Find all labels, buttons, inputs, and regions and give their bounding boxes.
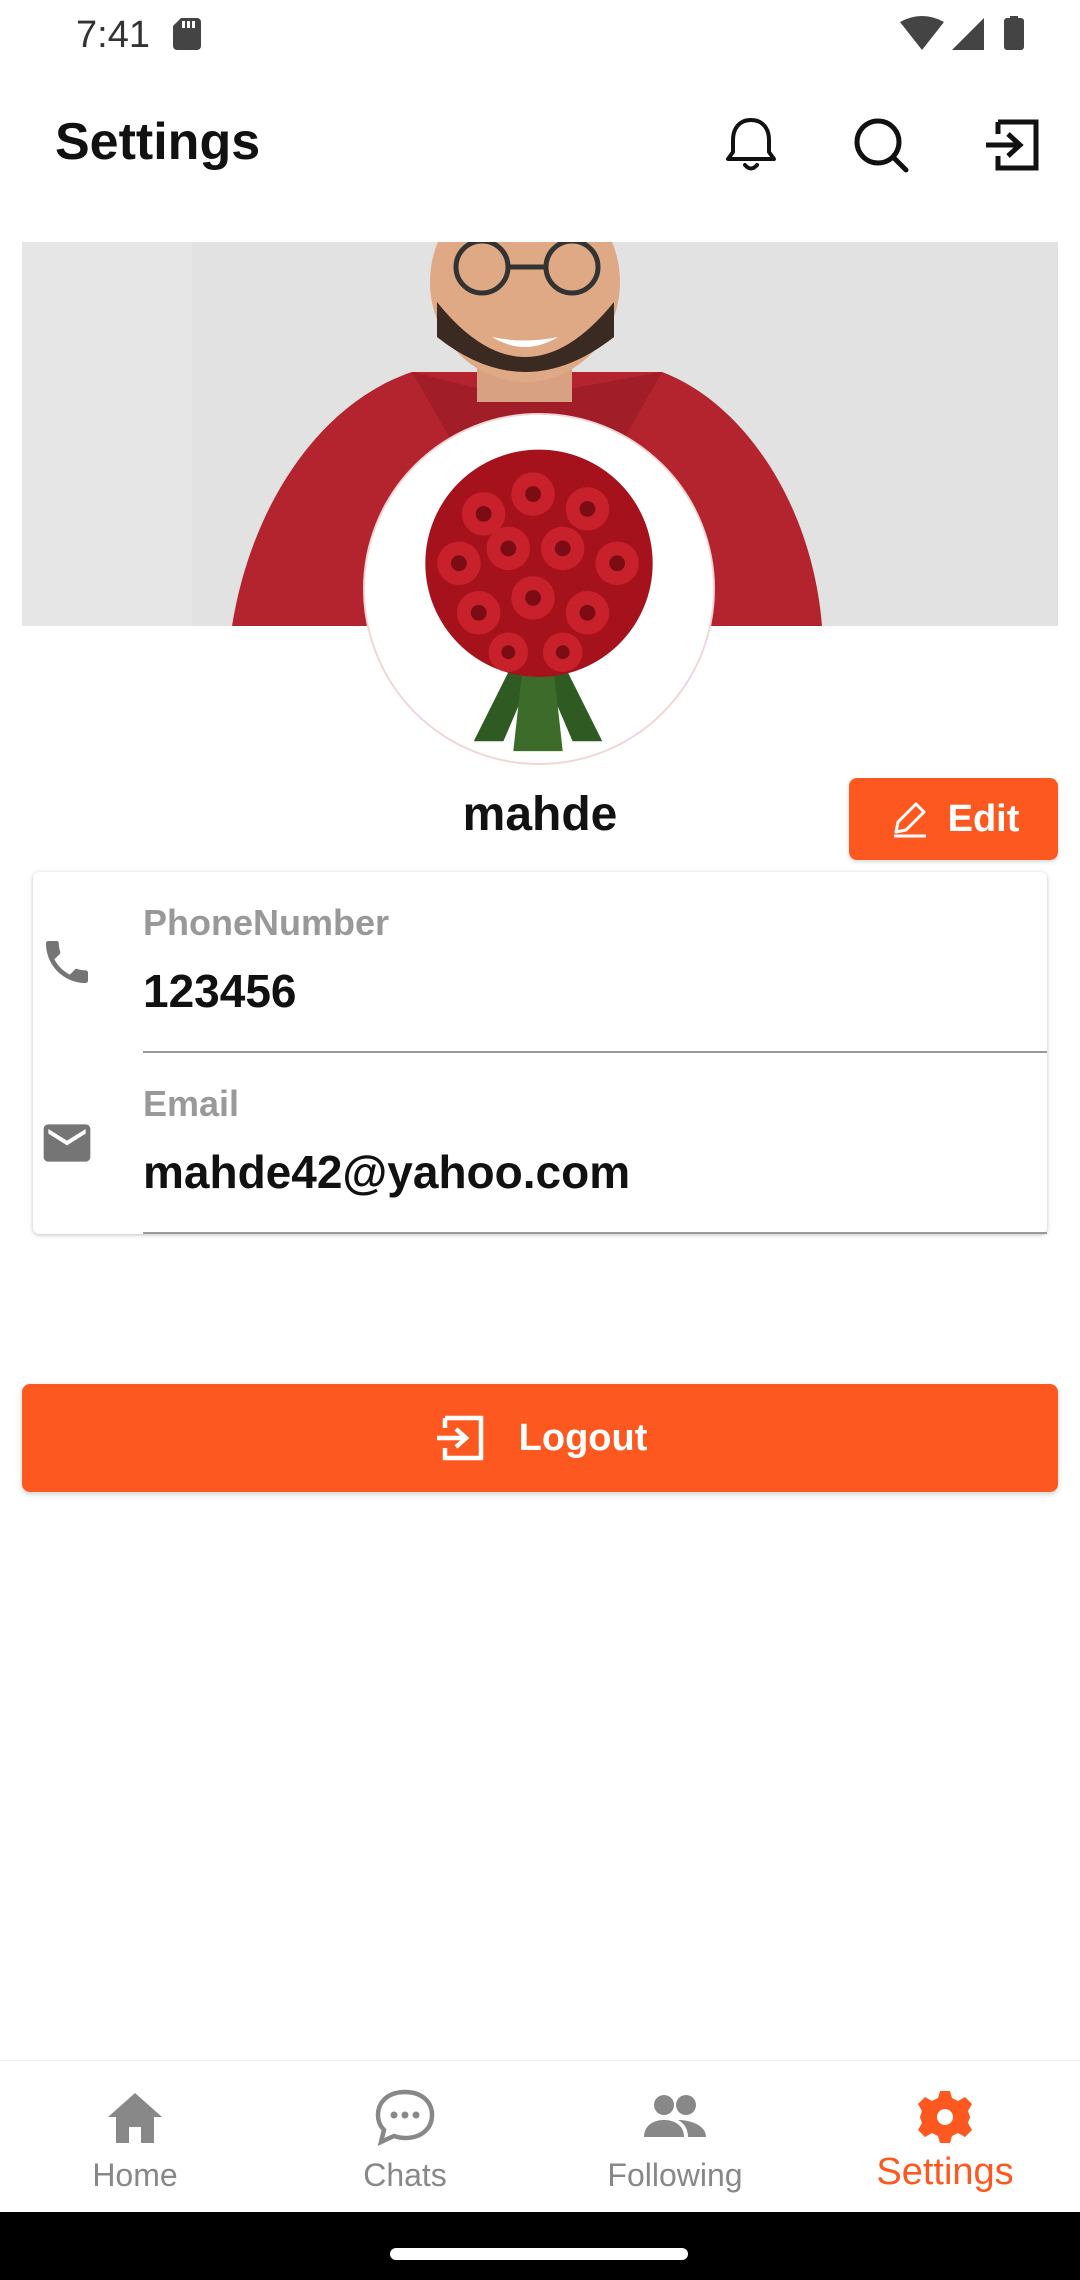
gesture-handle[interactable] [390,2248,688,2260]
email-icon [39,1115,95,1171]
nav-home-label: Home [92,2157,178,2193]
home-icon [108,2093,162,2143]
sd-card-icon [173,18,201,50]
phone-row[interactable]: PhoneNumber 123456 [33,872,1047,1053]
nav-chats-label: Chats [363,2157,447,2193]
gear-icon [918,2091,972,2143]
nav-settings-label: Settings [876,2151,1014,2193]
bottom-navigation: Home Chats Following Settings [0,2060,1080,2212]
system-navigation-bar [0,2212,1080,2280]
logout-label: Logout [518,1416,648,1459]
page-title: Settings [55,113,261,171]
nav-home[interactable]: Home [0,2061,270,2213]
profile-avatar[interactable] [363,413,715,765]
status-bar: 7:41 [0,0,1080,70]
status-indicators-icon [900,16,1024,50]
phone-value: 123456 [143,965,297,1017]
phone-icon [39,934,95,990]
search-icon[interactable] [848,112,914,178]
nav-following-label: Following [607,2157,743,2193]
chat-bubble-icon [375,2089,435,2147]
nav-following[interactable]: Following [540,2061,810,2213]
logout-button[interactable]: Logout [22,1384,1058,1492]
logout-icon [436,1415,483,1461]
edit-profile-button[interactable]: Edit [849,778,1058,860]
app-bar: Settings [0,90,1080,200]
phone-label: PhoneNumber [143,902,390,943]
contact-info-card: PhoneNumber 123456 Email mahde42@yahoo.c… [33,872,1047,1234]
email-row[interactable]: Email mahde42@yahoo.com [33,1053,1047,1234]
nav-settings[interactable]: Settings [810,2061,1080,2213]
logout-icon[interactable] [980,112,1046,178]
status-time: 7:41 [76,14,150,56]
people-icon [644,2095,706,2137]
roses-bouquet-image [365,415,713,763]
email-divider [143,1232,1047,1234]
nav-chats[interactable]: Chats [270,2061,540,2213]
email-label: Email [143,1083,240,1124]
pencil-icon [893,802,926,838]
edit-button-label: Edit [947,797,1020,840]
notifications-bell-icon[interactable] [718,112,784,178]
email-value: mahde42@yahoo.com [143,1146,631,1198]
